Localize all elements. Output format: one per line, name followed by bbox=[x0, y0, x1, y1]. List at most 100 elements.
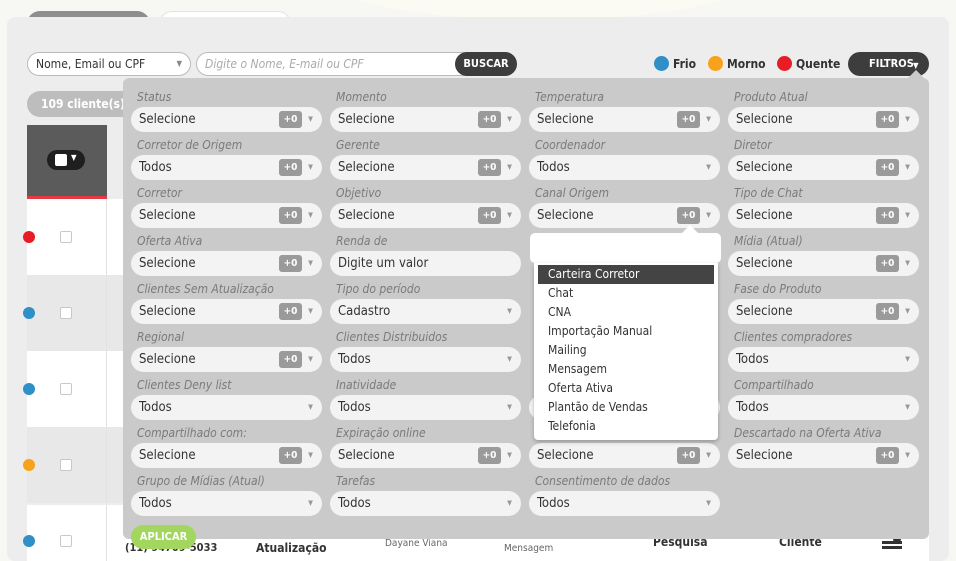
chevron-down-icon: ▼ bbox=[308, 211, 313, 219]
filter-select[interactable]: Todos ▼ bbox=[529, 155, 720, 180]
chevron-down-icon: ▼ bbox=[308, 307, 313, 315]
filter-select[interactable]: Selecione +0 ▼ bbox=[529, 443, 720, 468]
filter-value: Todos bbox=[139, 160, 172, 175]
dropdown-option[interactable]: Telefonia bbox=[538, 417, 714, 436]
filter-select[interactable]: Selecione +0 ▼ bbox=[728, 107, 919, 132]
filter-label: Oferta Ativa bbox=[137, 234, 203, 248]
filter-select[interactable]: Selecione +0 ▼ bbox=[728, 299, 919, 324]
chevron-down-icon: ▼ bbox=[308, 259, 313, 267]
filter-select[interactable]: Selecione +0 ▼ bbox=[728, 203, 919, 228]
filter-select[interactable]: Todos ▼ bbox=[529, 491, 720, 516]
frio-dot-icon bbox=[654, 56, 669, 71]
row-checkbox[interactable] bbox=[60, 459, 72, 471]
selection-count-badge: +0 bbox=[279, 447, 302, 464]
temperature-dot-icon bbox=[23, 459, 35, 471]
search-button[interactable]: BUSCAR bbox=[455, 52, 517, 76]
filter-select[interactable]: Selecione +0 ▼ bbox=[728, 155, 919, 180]
filter-value: Todos bbox=[537, 496, 570, 511]
filter-value: Todos bbox=[736, 352, 769, 367]
search-type-select[interactable]: Nome, Email ou CPF ▼ bbox=[27, 52, 191, 76]
filter-select[interactable]: Selecione +0 ▼ bbox=[131, 347, 322, 372]
dropdown-option[interactable]: Importação Manual bbox=[538, 322, 714, 341]
chevron-down-icon: ▼ bbox=[905, 115, 910, 123]
chevron-down-icon: ▼ bbox=[308, 499, 313, 507]
selection-count-badge: +0 bbox=[478, 447, 501, 464]
filter-label: Clientes compradores bbox=[734, 330, 853, 344]
filter-value: Selecione bbox=[537, 112, 594, 127]
filter-select[interactable]: Selecione +0 ▼ bbox=[728, 443, 919, 468]
filter-panel: Status Selecione +0 ▼ Momento Selecione +0 ▼ Tem… bbox=[123, 78, 929, 539]
chevron-down-icon: ▼ bbox=[176, 59, 182, 68]
legend-frio-label: Frio bbox=[673, 57, 697, 71]
updated-cell: Atualização bbox=[256, 541, 327, 555]
filter-label: Gerente bbox=[336, 138, 380, 152]
table-row bbox=[23, 199, 127, 275]
filter-label: Clientes Sem Atualização bbox=[137, 282, 274, 296]
column-divider bbox=[106, 505, 107, 561]
dropdown-option[interactable]: Plantão de Vendas bbox=[538, 398, 714, 417]
selection-count-badge: +0 bbox=[279, 207, 302, 224]
filter-value: Todos bbox=[139, 496, 172, 511]
dropdown-option[interactable]: Mensagem bbox=[538, 360, 714, 379]
legend-quente: Quente bbox=[777, 56, 840, 72]
chevron-down-icon: ▼ bbox=[706, 115, 711, 123]
filter-select[interactable]: Cadastro ▼ bbox=[330, 299, 521, 324]
filter-value: Selecione bbox=[139, 448, 196, 463]
column-divider bbox=[106, 351, 107, 427]
row-checkbox[interactable] bbox=[60, 383, 72, 395]
chevron-down-icon: ▼ bbox=[905, 403, 910, 411]
filter-select[interactable]: Selecione +0 ▼ bbox=[131, 107, 322, 132]
dropdown-option[interactable]: Chat bbox=[538, 284, 714, 303]
filter-select[interactable]: Selecione +0 ▼ bbox=[131, 251, 322, 276]
filter-label: Coordenador bbox=[535, 138, 606, 152]
filter-select[interactable]: Selecione +0 ▼ bbox=[131, 443, 322, 468]
filter-label: Descartado na Oferta Ativa bbox=[734, 426, 882, 440]
filter-select[interactable]: Selecione +0 ▼ bbox=[330, 203, 521, 228]
apply-button[interactable]: APLICAR bbox=[131, 525, 196, 549]
row-checkbox[interactable] bbox=[60, 307, 72, 319]
filters-button-label: FILTROS bbox=[869, 57, 914, 70]
filter-select[interactable]: Selecione +0 ▼ bbox=[131, 299, 322, 324]
filter-select[interactable]: Todos +0 ▼ bbox=[131, 155, 322, 180]
selection-count-badge: +0 bbox=[876, 255, 899, 272]
row-checkbox[interactable] bbox=[60, 231, 72, 243]
filter-select[interactable]: Selecione +0 ▼ bbox=[330, 155, 521, 180]
dropdown-option[interactable]: Oferta Ativa bbox=[538, 379, 714, 398]
filter-select[interactable]: Todos ▼ bbox=[131, 395, 322, 420]
chevron-down-icon: ▼ bbox=[507, 163, 512, 171]
table-row bbox=[23, 427, 127, 503]
filter-value: Selecione bbox=[736, 112, 793, 127]
dropdown-option[interactable]: CNA bbox=[538, 303, 714, 322]
dropdown-option[interactable]: Mailing bbox=[538, 341, 714, 360]
filter-label: Canal Origem bbox=[535, 186, 609, 200]
filter-select[interactable]: Todos ▼ bbox=[330, 491, 521, 516]
chevron-down-icon: ▼ bbox=[905, 307, 910, 315]
filter-select[interactable]: Todos ▼ bbox=[330, 395, 521, 420]
filter-select[interactable]: Selecione +0 ▼ bbox=[330, 443, 521, 468]
selection-count-badge: +0 bbox=[279, 159, 302, 176]
filter-select[interactable]: Selecione +0 ▼ bbox=[330, 107, 521, 132]
filter-label: Corretor de Origem bbox=[137, 138, 243, 152]
filter-select[interactable]: Todos ▼ bbox=[728, 347, 919, 372]
filter-value: Selecione bbox=[338, 112, 395, 127]
filter-input[interactable]: Digite um valor bbox=[330, 251, 521, 276]
filter-value: Selecione bbox=[338, 160, 395, 175]
legend-quente-label: Quente bbox=[796, 57, 841, 71]
select-all-checkbox[interactable]: ▼ bbox=[47, 150, 85, 170]
filter-select[interactable]: Selecione +0 ▼ bbox=[131, 203, 322, 228]
selection-count-badge: +0 bbox=[876, 447, 899, 464]
dropdown-search-input[interactable] bbox=[530, 233, 721, 263]
chevron-down-icon: ▼ bbox=[905, 163, 910, 171]
filter-value: Selecione bbox=[537, 208, 594, 223]
filter-select[interactable]: Todos ▼ bbox=[330, 347, 521, 372]
filter-select[interactable]: Todos ▼ bbox=[728, 395, 919, 420]
filter-label: Corretor bbox=[137, 186, 182, 200]
filter-select[interactable]: Selecione +0 ▼ bbox=[728, 251, 919, 276]
row-checkbox[interactable] bbox=[60, 535, 72, 547]
chevron-down-icon: ▼ bbox=[905, 259, 910, 267]
dropdown-option[interactable]: Carteira Corretor bbox=[538, 265, 714, 284]
filter-select[interactable]: Selecione +0 ▼ bbox=[529, 107, 720, 132]
chevron-down-icon: ▼ bbox=[308, 451, 313, 459]
filter-select[interactable]: Todos ▼ bbox=[131, 491, 322, 516]
legend-frio: Frio bbox=[654, 56, 696, 72]
